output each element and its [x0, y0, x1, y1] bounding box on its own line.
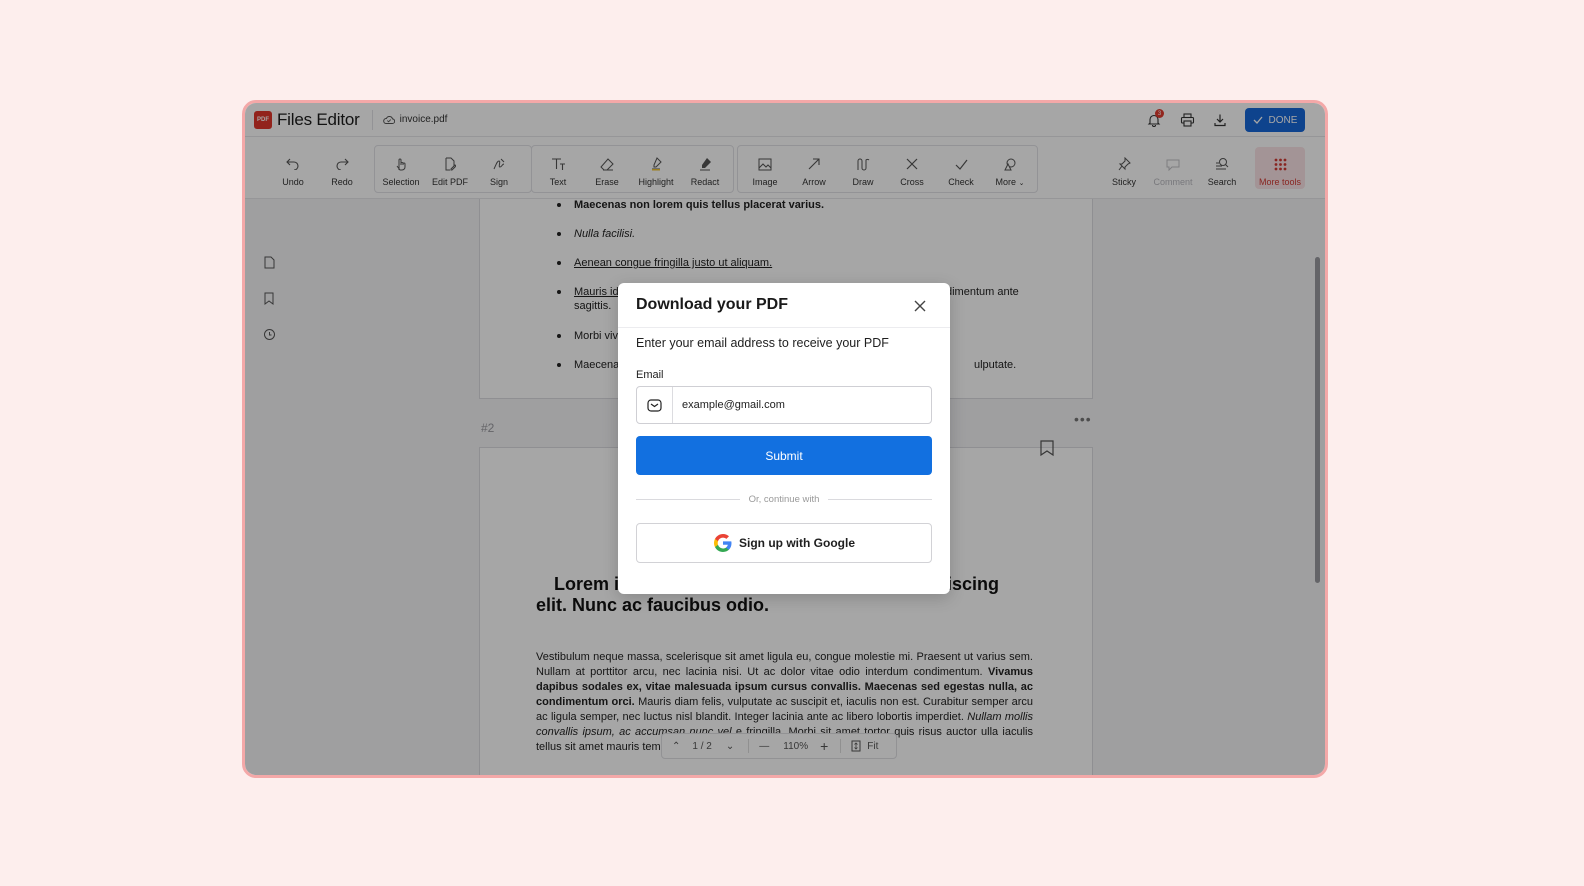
modal-title: Download your PDF	[636, 296, 788, 313]
divider-text: Or, continue with	[748, 493, 820, 505]
submit-button[interactable]: Submit	[636, 436, 932, 475]
close-icon	[914, 300, 926, 312]
or-divider: Or, continue with	[636, 493, 933, 505]
email-input[interactable]	[682, 399, 912, 411]
google-signup-label: Sign up with Google	[739, 536, 855, 550]
mail-icon	[637, 387, 673, 423]
download-modal: Download your PDF Enter your email addre…	[618, 283, 950, 594]
email-field[interactable]	[636, 386, 932, 424]
close-button[interactable]	[912, 298, 928, 314]
email-label: Email	[636, 369, 664, 381]
google-signup-button[interactable]: Sign up with Google	[636, 523, 932, 563]
modal-header: Download your PDF	[618, 283, 950, 328]
google-logo-icon	[714, 534, 732, 552]
modal-subtitle: Enter your email address to receive your…	[636, 336, 889, 350]
